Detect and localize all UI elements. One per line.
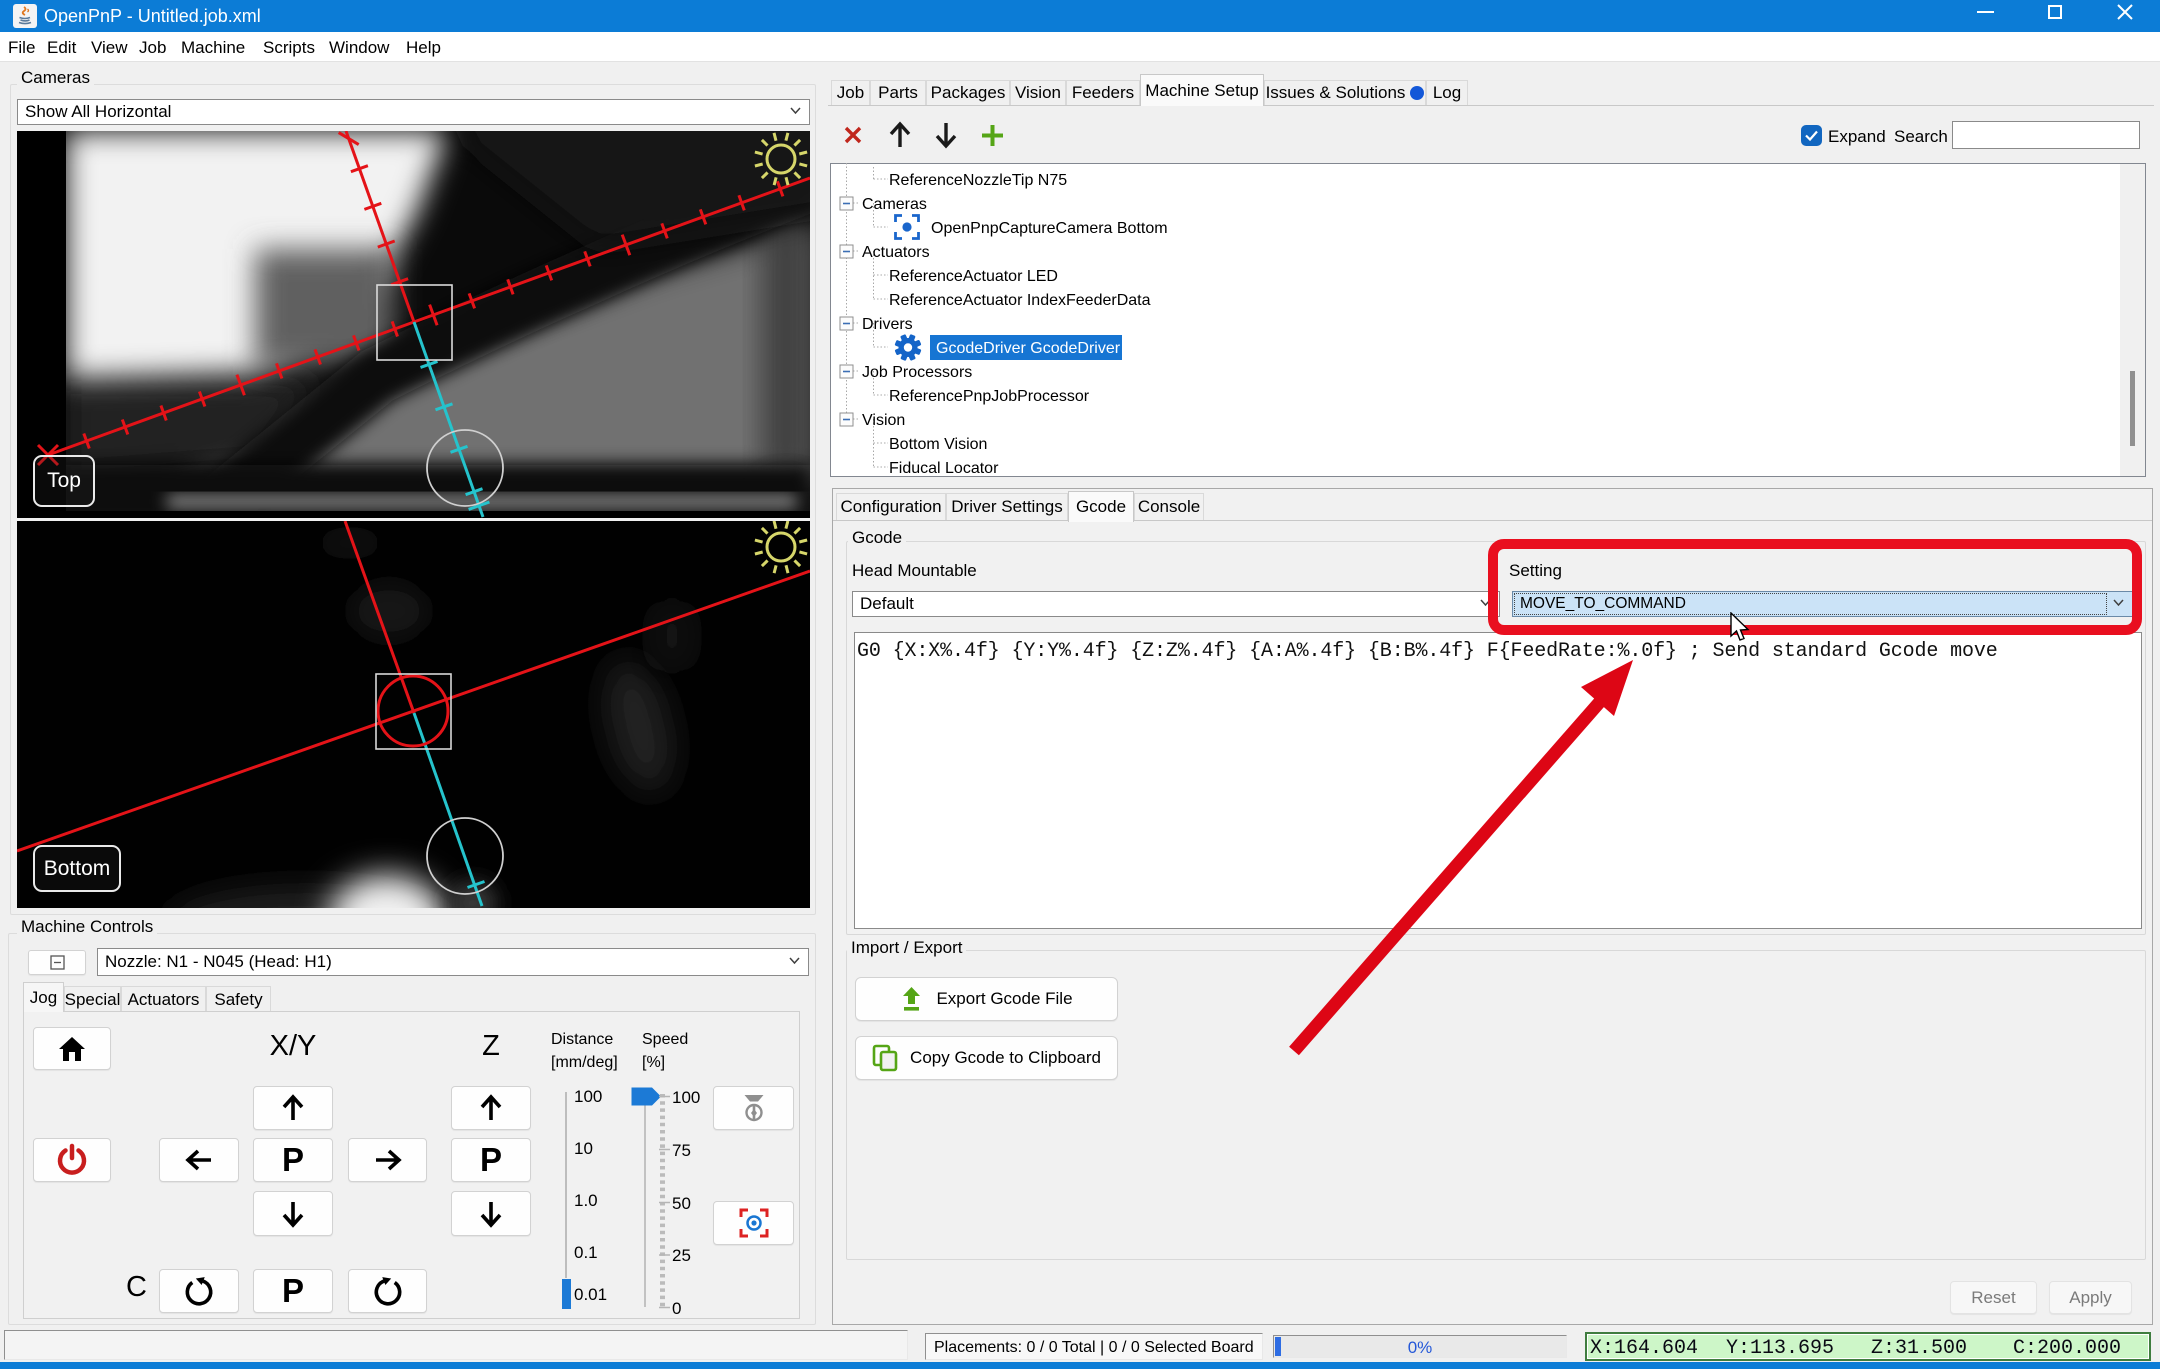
svg-text:ReferenceActuator LED: ReferenceActuator LED — [889, 268, 1058, 285]
svg-text:Vision: Vision — [862, 412, 905, 429]
svg-text:ReferencePnpJobProcessor: ReferencePnpJobProcessor — [889, 388, 1090, 405]
svg-text:Drivers: Drivers — [862, 316, 913, 333]
svg-text:Job Processors: Job Processors — [862, 364, 972, 381]
svg-text:ReferenceActuator IndexFeederD: ReferenceActuator IndexFeederData — [889, 292, 1151, 309]
svg-text:Cameras: Cameras — [862, 196, 927, 213]
svg-text:OpenPnpCaptureCamera Bottom: OpenPnpCaptureCamera Bottom — [931, 220, 1168, 237]
svg-text:Fiducal Locator: Fiducal Locator — [889, 460, 999, 473]
svg-text:ReferenceNozzleTip N75: ReferenceNozzleTip N75 — [889, 172, 1067, 189]
svg-text:Bottom Vision: Bottom Vision — [889, 436, 987, 453]
svg-text:GcodeDriver GcodeDriver: GcodeDriver GcodeDriver — [936, 340, 1121, 357]
svg-text:Actuators: Actuators — [862, 244, 930, 261]
